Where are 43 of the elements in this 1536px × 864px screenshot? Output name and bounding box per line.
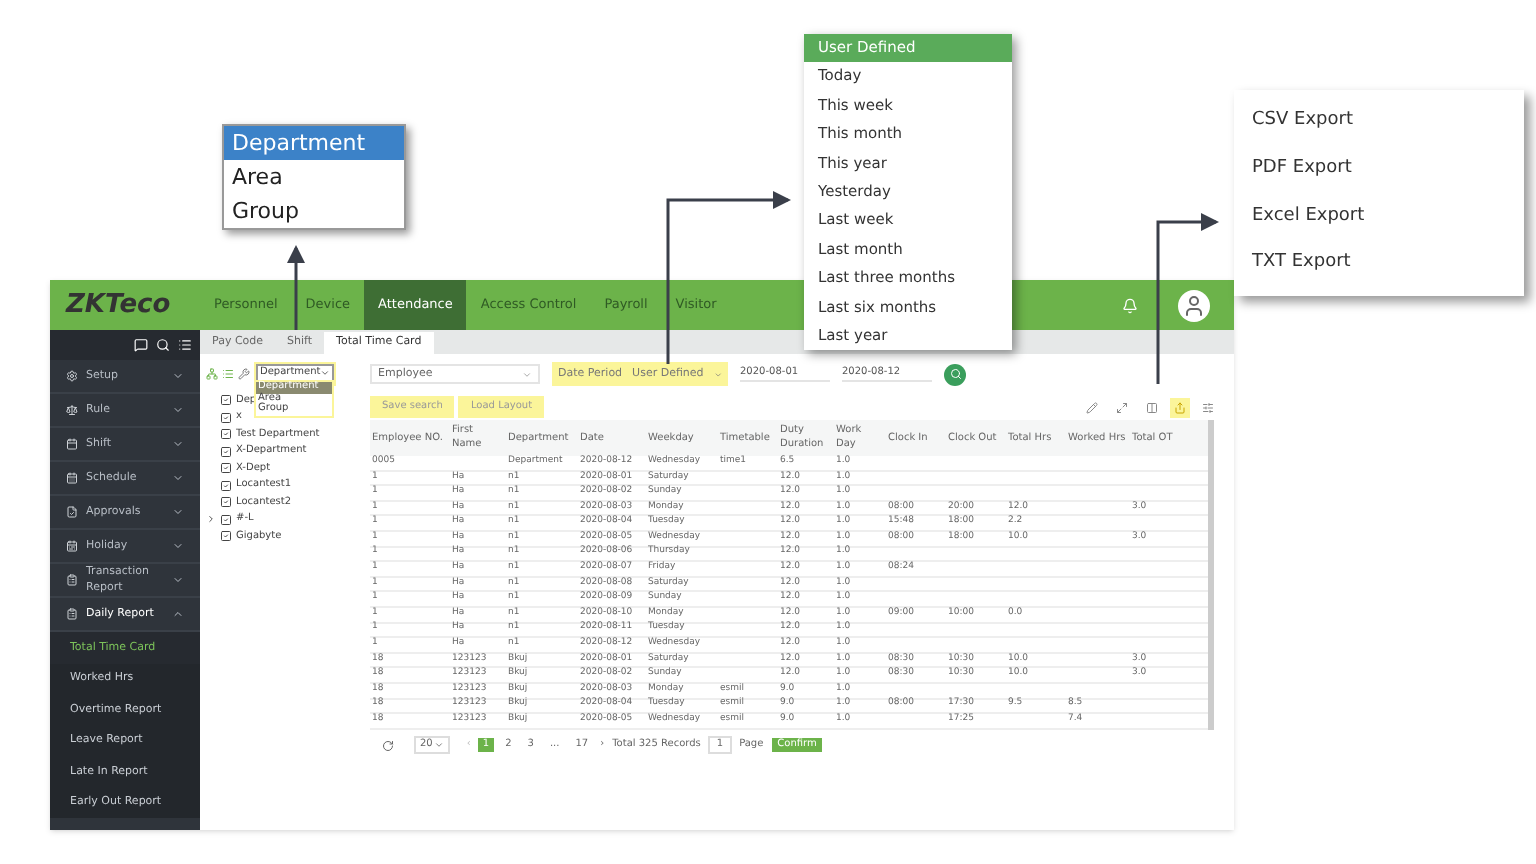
columns-icon[interactable] — [1146, 401, 1158, 413]
checkbox[interactable] — [220, 394, 232, 407]
caret-icon — [434, 740, 445, 751]
menu-item-icon — [66, 438, 78, 450]
checkbox[interactable] — [220, 513, 232, 526]
search-icon — [949, 368, 961, 380]
checkbox[interactable] — [220, 428, 232, 441]
caret-icon — [522, 369, 532, 379]
menu-item-icon — [66, 472, 78, 484]
menu-item-icon — [66, 540, 78, 552]
menu-option[interactable]: PDF Export — [1252, 155, 1524, 183]
checkbox[interactable] — [220, 496, 232, 509]
arrow — [287, 245, 305, 330]
menu-option[interactable]: CSV Export — [1252, 108, 1524, 136]
chat-icon[interactable] — [134, 338, 148, 352]
menu-option[interactable]: Department — [224, 126, 404, 160]
bell-icon[interactable] — [1122, 297, 1138, 313]
checkbox[interactable] — [220, 530, 232, 543]
edit-icon[interactable] — [1086, 401, 1098, 413]
tool-icon[interactable] — [238, 367, 250, 380]
checkbox[interactable] — [220, 445, 232, 458]
menu-item-icon — [66, 506, 78, 518]
refresh-icon[interactable] — [382, 739, 394, 752]
list-icon[interactable] — [178, 338, 192, 352]
caret-icon — [713, 369, 722, 379]
search-button[interactable] — [944, 363, 966, 385]
expand-icon[interactable] — [206, 514, 216, 525]
menu-option[interactable]: Area — [224, 160, 404, 194]
logo: ZKTeco — [63, 287, 173, 324]
menu-option[interactable]: Group — [224, 194, 404, 228]
checkbox[interactable] — [220, 462, 232, 475]
search-icon[interactable] — [156, 338, 170, 352]
caret-icon — [320, 368, 331, 379]
checkbox[interactable] — [220, 479, 232, 492]
menu-item-icon — [66, 574, 78, 586]
avatar[interactable] — [1178, 289, 1210, 321]
menu-item-icon — [66, 608, 78, 620]
menu-item-icon — [66, 370, 78, 382]
menu-item-icon — [66, 404, 78, 416]
menu-option[interactable]: TXT Export — [1252, 250, 1524, 278]
checkbox[interactable] — [220, 411, 232, 424]
menu-option[interactable]: Excel Export — [1252, 203, 1524, 231]
settings-icon[interactable] — [1202, 401, 1214, 413]
